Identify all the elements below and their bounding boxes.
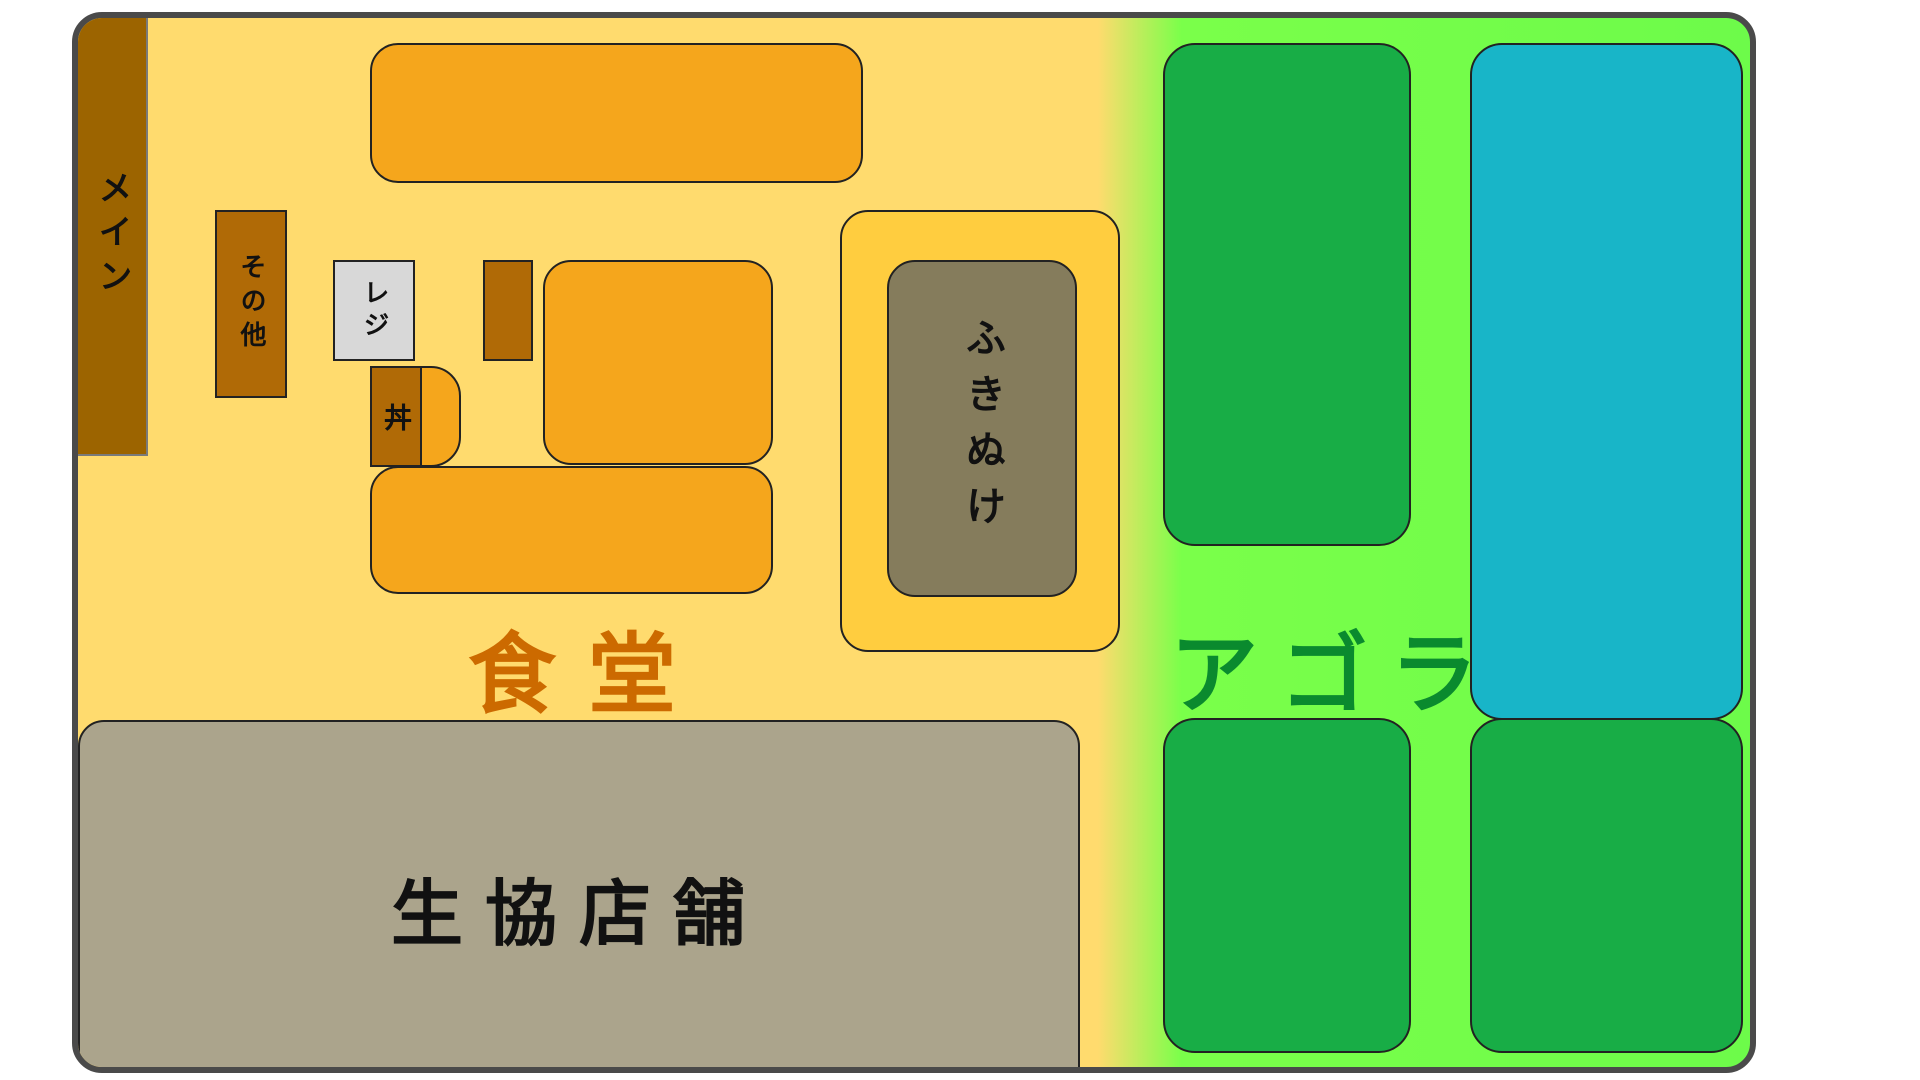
coop-store-label: 生協店舗 (390, 872, 767, 956)
other-counter[interactable]: その他 (215, 210, 287, 398)
water-area[interactable] (1470, 43, 1743, 720)
agora-area-bottom-left[interactable] (1163, 718, 1411, 1053)
agora-label: アゴラ (1170, 623, 1501, 726)
coop-store[interactable]: 生協店舗 (78, 720, 1080, 1067)
agora-area-bottom-right[interactable] (1470, 718, 1743, 1053)
register[interactable]: レジ (333, 260, 415, 361)
food-table-middle (543, 260, 773, 465)
main-counter[interactable]: メイン (78, 18, 148, 456)
register-label: レジ (359, 278, 389, 343)
other-counter-label: その他 (236, 253, 266, 355)
atrium-label: ふきぬけ (959, 316, 1005, 541)
don-counter-label: 丼 (380, 402, 413, 431)
don-counter[interactable]: 丼 (370, 366, 422, 467)
side-counter[interactable] (483, 260, 533, 361)
atrium[interactable]: ふきぬけ (887, 260, 1077, 597)
food-table-top (370, 43, 863, 183)
cafeteria-label: 食堂 (468, 623, 709, 726)
agora-area-top-left[interactable] (1163, 43, 1411, 546)
floor-map: メイン その他 レジ 丼 ふきぬけ 食堂 生協店舗 アゴラ (72, 12, 1756, 1073)
food-table-bottom (370, 466, 773, 594)
main-counter-label: メイン (92, 170, 132, 302)
